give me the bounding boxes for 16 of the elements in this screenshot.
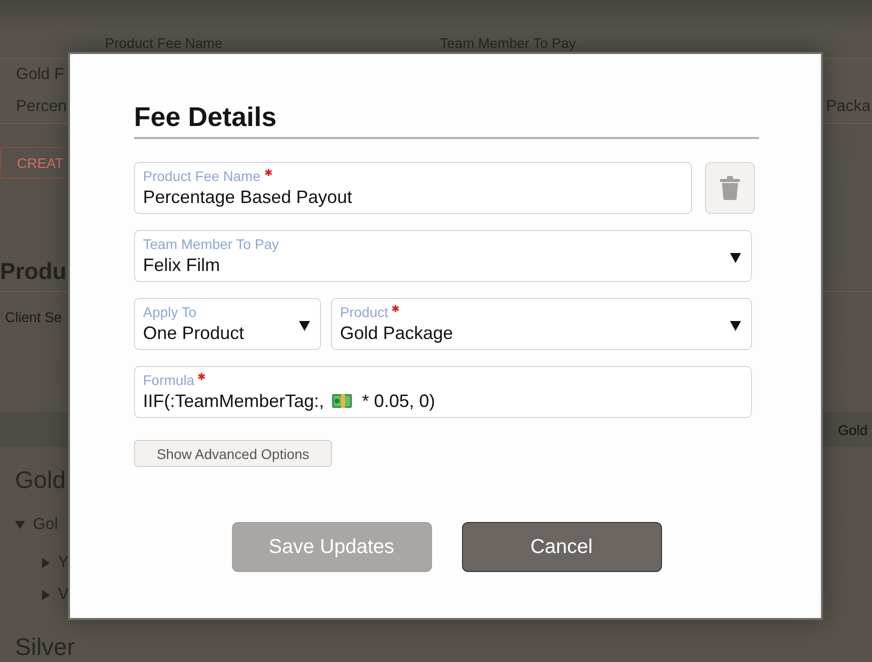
- trash-icon: [720, 176, 740, 200]
- column-header: Gold: [838, 422, 868, 438]
- caret-down-icon: [299, 321, 310, 331]
- dialog-title: Fee Details: [134, 101, 277, 133]
- money-icon: [332, 393, 352, 409]
- caret-down-icon: [730, 321, 741, 331]
- dropdown-field[interactable]: Team Member To Pay Felix Film: [134, 230, 752, 282]
- section-hint: Client Se: [5, 308, 62, 326]
- formula-field[interactable]: Formula IIF(:TeamMemberTag:, * 0.05, 0): [134, 366, 752, 418]
- caret-down-icon: [730, 253, 741, 263]
- cancel-button[interactable]: Cancel: [462, 522, 662, 572]
- dropdown-field[interactable]: Apply To One Product: [134, 298, 321, 350]
- delete-button[interactable]: [705, 162, 755, 214]
- text-field[interactable]: Product Fee Name Percentage Based Payout: [134, 162, 692, 214]
- dropdown-field[interactable]: Product Gold Package: [331, 298, 752, 350]
- advanced-options-button[interactable]: Show Advanced Options: [134, 440, 332, 467]
